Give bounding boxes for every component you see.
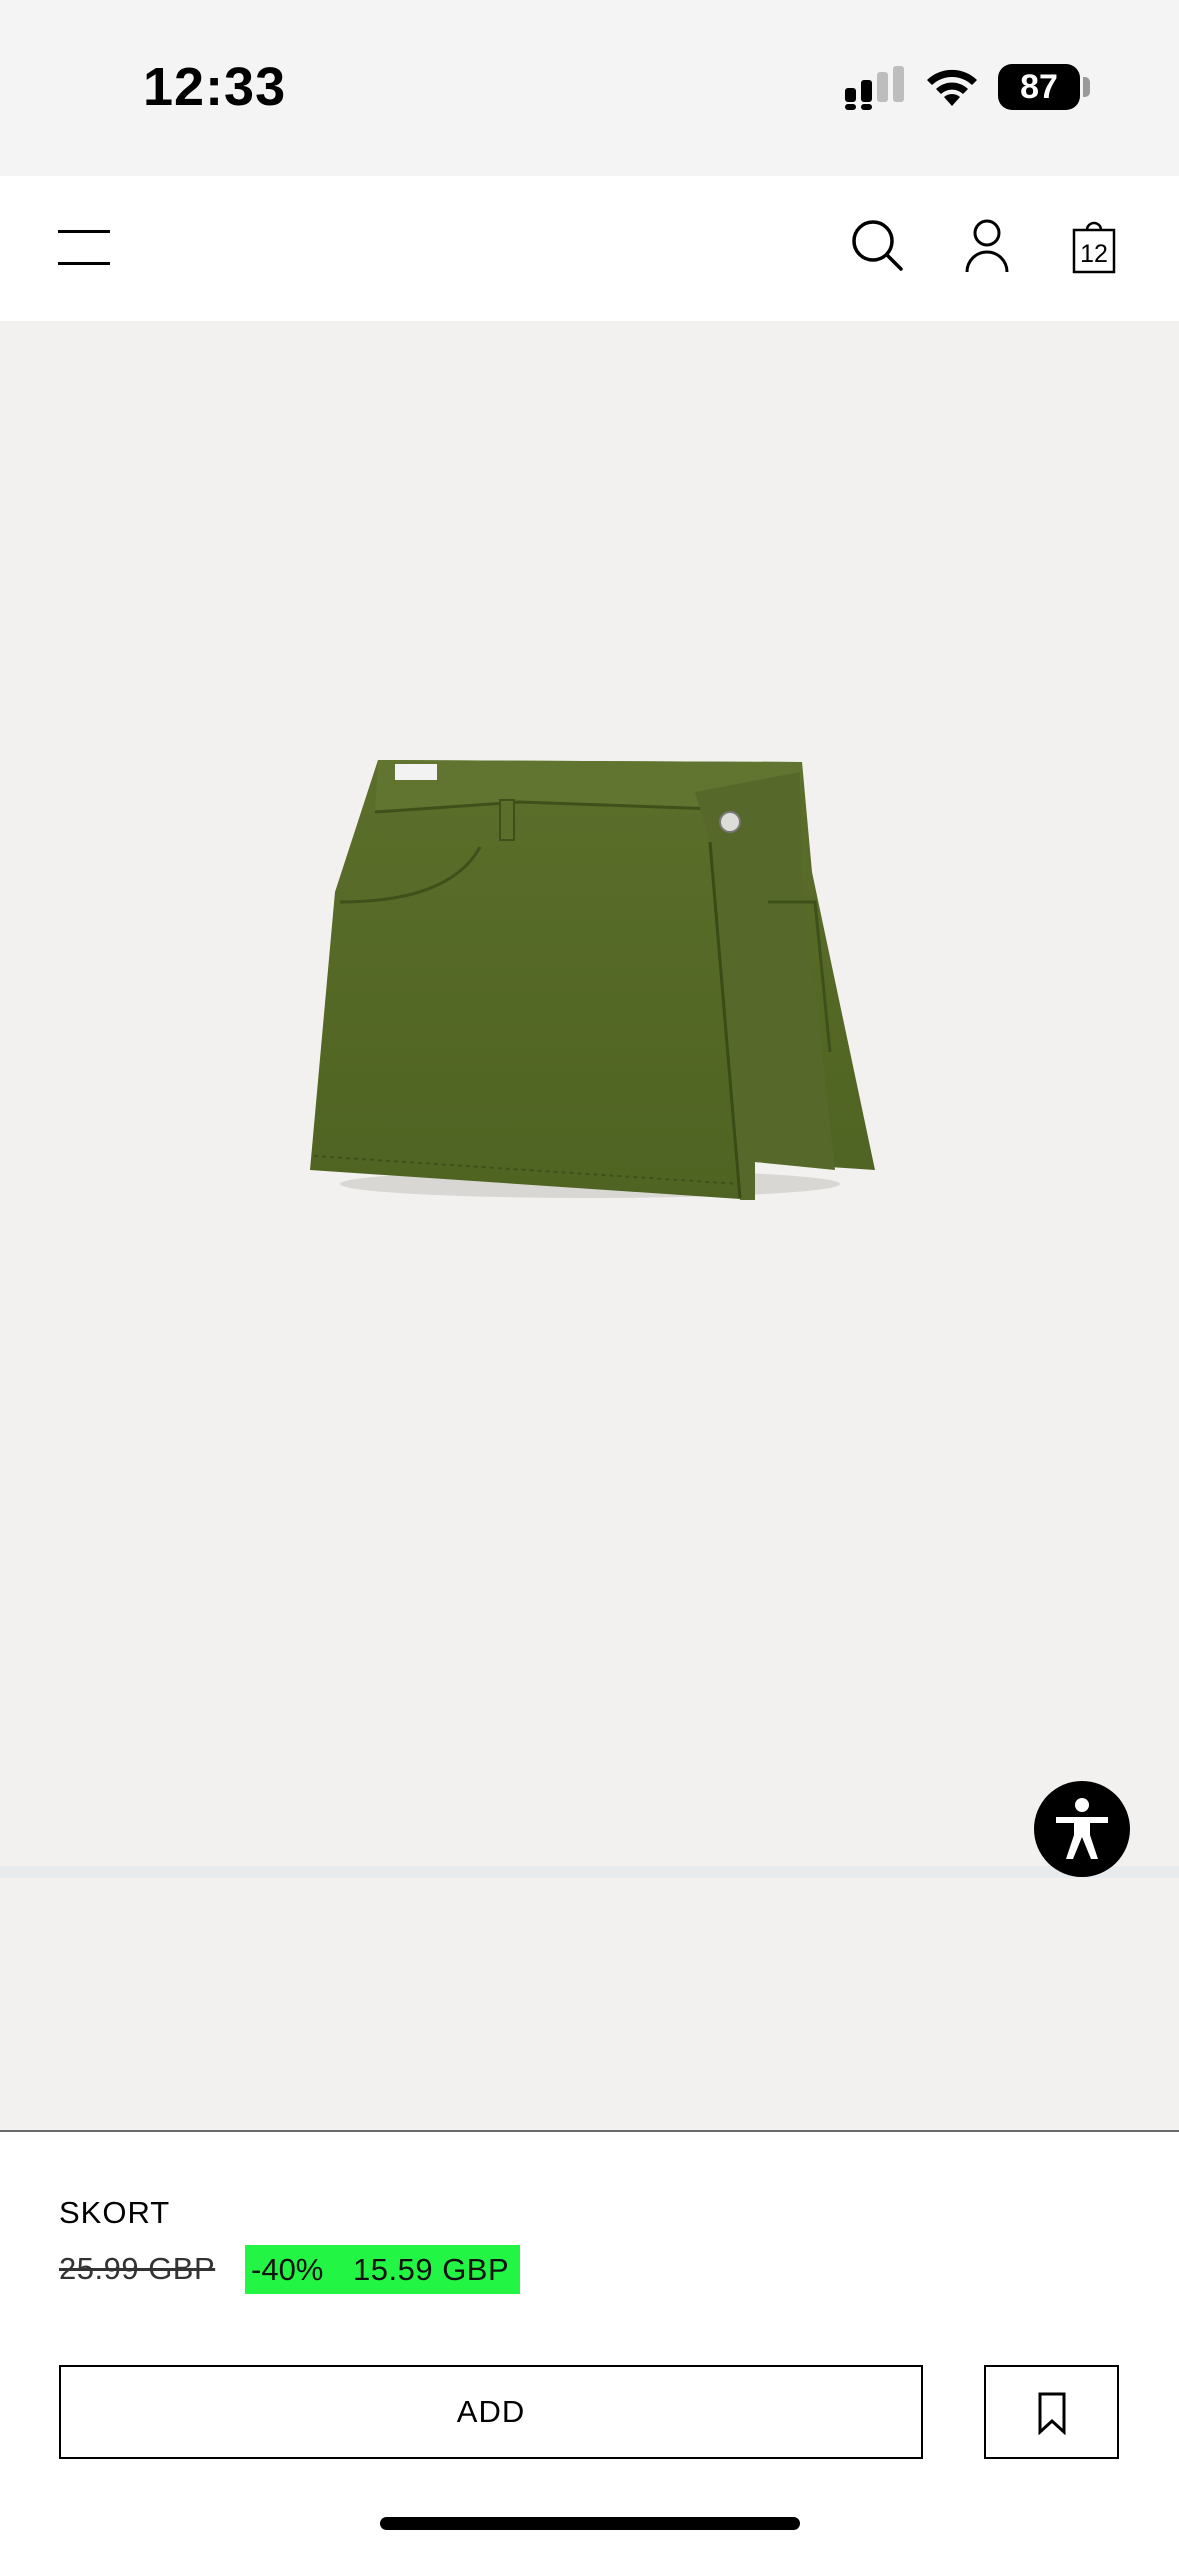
- menu-icon[interactable]: [58, 226, 110, 266]
- search-icon[interactable]: [850, 218, 904, 272]
- battery-nub: [1083, 77, 1090, 97]
- product-name: SKORT: [59, 2195, 171, 2230]
- image-gallery-divider: [0, 1866, 1179, 1878]
- product-image[interactable]: [300, 752, 880, 1212]
- status-time: 12:33: [143, 57, 287, 117]
- wifi-icon: [927, 69, 977, 106]
- accessibility-button[interactable]: [1034, 1781, 1130, 1877]
- sale-price: 15.59 GBP: [353, 2252, 510, 2287]
- discount-percent: -40%: [251, 2252, 324, 2287]
- account-icon[interactable]: [964, 218, 1010, 274]
- accessibility-icon: [1056, 1798, 1108, 1859]
- product-image-area[interactable]: [0, 321, 1179, 2130]
- battery-icon: 87: [998, 64, 1080, 110]
- sale-price-tag: -40% 15.59 GBP: [245, 2245, 520, 2294]
- add-to-bag-button[interactable]: ADD: [59, 2365, 923, 2459]
- save-button[interactable]: [984, 2365, 1119, 2459]
- product-info-panel: [0, 2130, 1179, 2558]
- bookmark-icon: [1038, 2392, 1066, 2435]
- bag-count[interactable]: 12: [1071, 236, 1117, 272]
- signal-icon: [845, 66, 904, 110]
- original-price: 25.99 GBP: [59, 2251, 216, 2286]
- home-indicator[interactable]: [380, 2517, 800, 2530]
